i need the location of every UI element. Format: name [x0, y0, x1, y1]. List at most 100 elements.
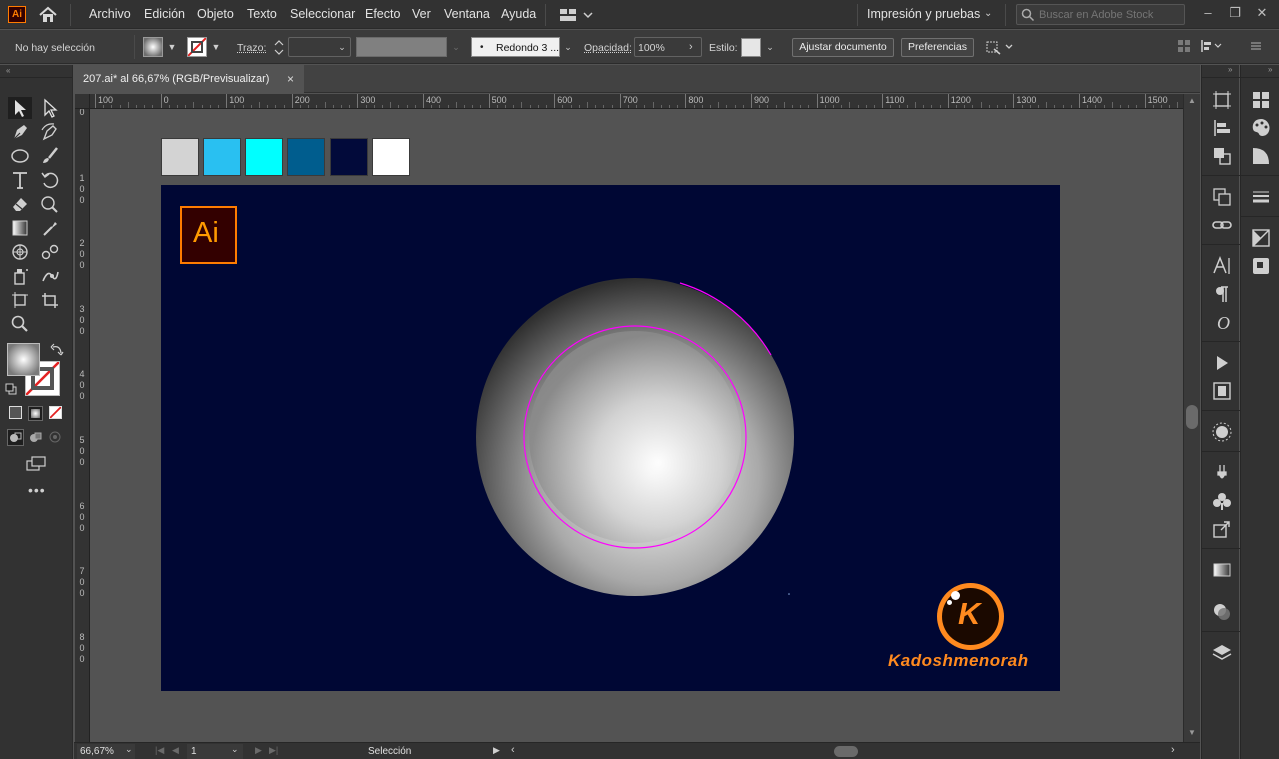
- stock-search-box[interactable]: [1016, 4, 1185, 25]
- collapse-icon[interactable]: «: [6, 66, 18, 75]
- image-trace-panel-icon[interactable]: [1250, 227, 1272, 249]
- opacity-field[interactable]: 100% ›: [634, 37, 702, 57]
- stock-search-input[interactable]: [1039, 7, 1179, 22]
- scroll-down-icon[interactable]: ▼: [1188, 728, 1196, 737]
- ruler-origin[interactable]: [75, 94, 90, 109]
- direct-selection-tool[interactable]: [38, 97, 62, 119]
- more-tools-icon[interactable]: •••: [28, 483, 45, 497]
- preferences-button[interactable]: Preferencias: [901, 38, 974, 57]
- symbol-sprayer-tool[interactable]: [8, 265, 32, 287]
- gradient-tool[interactable]: [8, 217, 32, 239]
- scroll-left-icon[interactable]: ‹: [511, 744, 515, 756]
- stroke-stepper[interactable]: [272, 38, 286, 57]
- libraries-panel-icon[interactable]: [1250, 255, 1272, 277]
- default-colors-icon[interactable]: [5, 383, 17, 395]
- artboards-panel-icon[interactable]: [1211, 186, 1233, 208]
- artboard-tool[interactable]: [8, 289, 32, 311]
- align-panel-icon[interactable]: [1211, 117, 1233, 139]
- color-panel-icon[interactable]: [1250, 117, 1272, 139]
- swatch-navy[interactable]: [330, 138, 368, 176]
- screen-mode-button[interactable]: [25, 455, 47, 472]
- paragraph-panel-icon[interactable]: [1211, 283, 1233, 305]
- eraser-tool[interactable]: [8, 193, 32, 215]
- horizontal-scrollbar-thumb[interactable]: [834, 746, 858, 757]
- curvature-tool[interactable]: [38, 121, 62, 143]
- paintbrush-tool[interactable]: [38, 145, 62, 167]
- arrange-documents-button[interactable]: [559, 8, 599, 22]
- draw-behind-button[interactable]: [28, 430, 43, 445]
- fit-document-button[interactable]: Ajustar documento: [792, 38, 894, 57]
- symbols-panel-icon[interactable]: [1211, 490, 1233, 512]
- transform-panel-icon[interactable]: [1211, 89, 1233, 111]
- brushes-panel-icon[interactable]: [1211, 462, 1233, 484]
- workspace-switcher[interactable]: Impresión y pruebas: [867, 7, 980, 21]
- swatch-cyan[interactable]: [245, 138, 283, 176]
- stroke-swatch[interactable]: [187, 37, 207, 57]
- menu-ayuda[interactable]: Ayuda: [501, 7, 536, 21]
- chevron-down-icon[interactable]: ⌄: [561, 37, 575, 57]
- color-mode-button[interactable]: [9, 406, 22, 419]
- warp-tool[interactable]: [38, 193, 62, 215]
- appearance-panel-icon[interactable]: [1211, 421, 1233, 443]
- menu-ventana[interactable]: Ventana: [444, 7, 490, 21]
- transparency-panel-icon[interactable]: [1211, 601, 1233, 623]
- menu-seleccionar[interactable]: Seleccionar: [290, 7, 355, 21]
- stroke-panel-icon[interactable]: [1250, 186, 1272, 208]
- fill-swatch[interactable]: [143, 37, 163, 57]
- none-mode-button[interactable]: [49, 406, 62, 419]
- status-menu-icon[interactable]: ▶: [493, 745, 500, 756]
- artboard[interactable]: Ai K Kadoshmenorah: [161, 185, 1060, 691]
- stroke-label[interactable]: Trazo:: [237, 42, 266, 54]
- chevron-down-icon[interactable]: ⌄: [335, 37, 349, 57]
- document-info-panel-icon[interactable]: [1211, 380, 1233, 402]
- collapse-icon[interactable]: »: [1268, 65, 1272, 74]
- chevron-down-icon[interactable]: ⌄: [763, 37, 777, 57]
- zoom-field[interactable]: 66,67% ⌄: [77, 744, 135, 759]
- links-panel-icon[interactable]: [1211, 214, 1233, 236]
- scrollbar-thumb[interactable]: [1186, 405, 1198, 429]
- eyedropper-tool[interactable]: [38, 217, 62, 239]
- vertical-ruler[interactable]: 0 100 200 300 400 500 600 700 800: [75, 109, 90, 742]
- slice-tool[interactable]: [38, 289, 62, 311]
- pathfinder-panel-icon[interactable]: [1211, 145, 1233, 167]
- shape-builder-tool[interactable]: [8, 241, 32, 263]
- puppet-warp-tool[interactable]: [38, 265, 62, 287]
- vertical-scrollbar[interactable]: ▲ ▼: [1183, 94, 1200, 742]
- menu-texto[interactable]: Texto: [247, 7, 277, 21]
- close-tab-icon[interactable]: ×: [287, 72, 294, 86]
- restore-button[interactable]: ❐: [1224, 3, 1246, 23]
- home-icon[interactable]: [38, 6, 58, 23]
- menu-objeto[interactable]: Objeto: [197, 7, 234, 21]
- zoom-tool[interactable]: [8, 313, 32, 335]
- gradient-panel-icon[interactable]: [1211, 559, 1233, 581]
- pen-tool[interactable]: [8, 121, 32, 143]
- chevron-down-icon[interactable]: ▼: [165, 37, 179, 57]
- chevron-down-icon[interactable]: ⌄: [231, 744, 239, 755]
- collapse-icon[interactable]: »: [1228, 65, 1232, 74]
- align-to-icon[interactable]: [1200, 39, 1224, 53]
- scroll-right-icon[interactable]: ›: [1171, 744, 1175, 756]
- swatches-panel-icon[interactable]: [1250, 89, 1272, 111]
- transform-options-button[interactable]: [984, 38, 1016, 56]
- swatch-steel-blue[interactable]: [287, 138, 325, 176]
- canvas[interactable]: Ai K Kadoshmenorah: [91, 109, 1183, 742]
- rotate-tool[interactable]: [38, 169, 62, 191]
- menu-efecto[interactable]: Efecto: [365, 7, 400, 21]
- type-tool[interactable]: [8, 169, 32, 191]
- opentype-panel-icon[interactable]: O: [1211, 311, 1233, 333]
- opacity-label[interactable]: Opacidad:: [584, 42, 632, 54]
- chevron-right-icon[interactable]: ›: [689, 41, 693, 53]
- actions-panel-icon[interactable]: [1211, 352, 1233, 374]
- menu-archivo[interactable]: Archivo: [89, 7, 131, 21]
- artboard-number-field[interactable]: 1 ⌄: [187, 744, 243, 759]
- layers-panel-icon[interactable]: [1211, 642, 1233, 664]
- variable-width-profile[interactable]: [356, 37, 447, 57]
- menu-edicion[interactable]: Edición: [144, 7, 185, 21]
- document-tab[interactable]: 207.ai* al 66,67% (RGB/Previsualizar) ×: [74, 65, 304, 94]
- asset-export-panel-icon[interactable]: [1211, 518, 1233, 540]
- brush-definition[interactable]: • Redondo 3 ...: [471, 37, 560, 57]
- panel-menu-icon[interactable]: [1249, 39, 1263, 53]
- chevron-down-icon[interactable]: ⌄: [125, 744, 133, 755]
- swatch-light-gray[interactable]: [161, 138, 199, 176]
- gradient-mode-button[interactable]: [28, 406, 43, 421]
